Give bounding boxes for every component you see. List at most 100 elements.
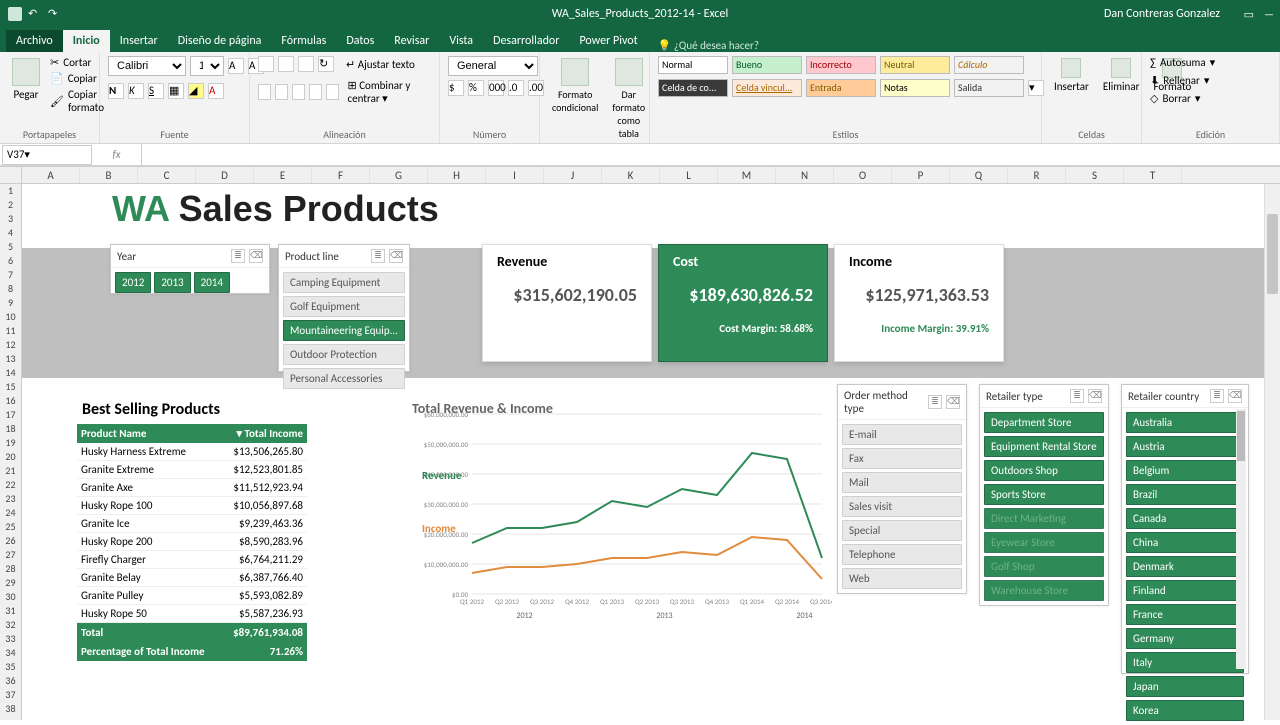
col-header[interactable]: S [1066, 167, 1124, 183]
slicer-item[interactable]: Department Store [984, 412, 1104, 433]
row-header[interactable]: 36 [0, 674, 21, 688]
row-header[interactable]: 14 [0, 366, 21, 380]
slicer-item[interactable]: 2014 [194, 272, 230, 293]
ribbon-options-icon[interactable]: ▭ [1244, 8, 1254, 21]
col-header[interactable]: R [1008, 167, 1066, 183]
row-header[interactable]: 7 [0, 268, 21, 282]
underline-button[interactable]: S [148, 83, 164, 99]
col-header[interactable]: P [892, 167, 950, 183]
row-header[interactable]: 32 [0, 618, 21, 632]
slicer-item[interactable]: Italy [1126, 652, 1244, 673]
slicer-scrollbar[interactable] [1236, 409, 1246, 669]
delete-cells-button[interactable]: Eliminar [1099, 56, 1144, 95]
increase-font-icon[interactable]: A [228, 58, 244, 74]
slicer-item[interactable]: E-mail [842, 424, 962, 445]
col-header[interactable]: K [602, 167, 660, 183]
row-header[interactable]: 25 [0, 520, 21, 534]
percent-icon[interactable]: % [468, 80, 484, 96]
slicer-item[interactable]: Sales visit [842, 496, 962, 517]
tab-insertar[interactable]: Insertar [110, 30, 168, 52]
slicer-item[interactable]: Camping Equipment [283, 272, 405, 293]
row-header[interactable]: 20 [0, 450, 21, 464]
align-center-icon[interactable] [275, 84, 288, 100]
slicer-item[interactable]: Brazil [1126, 484, 1244, 505]
wrap-text-button[interactable]: ↵ Ajustar texto [346, 58, 415, 71]
row-header[interactable]: 21 [0, 464, 21, 478]
col-header[interactable]: M [718, 167, 776, 183]
col-header[interactable]: G [370, 167, 428, 183]
slicer-item[interactable]: Fax [842, 448, 962, 469]
tab-datos[interactable]: Datos [336, 30, 384, 52]
align-right-icon[interactable] [292, 84, 305, 100]
style-entrada[interactable]: Entrada [806, 79, 876, 97]
autosum-button[interactable]: ∑ Autosuma ▾ [1150, 56, 1215, 69]
indent-dec-icon[interactable] [309, 84, 322, 100]
row-header[interactable]: 22 [0, 478, 21, 492]
grid-canvas[interactable]: WA Sales Products Year ≣⌫ 201220132014 P… [22, 184, 1280, 720]
row-header[interactable]: 33 [0, 632, 21, 646]
row-header[interactable]: 11 [0, 324, 21, 338]
insert-cells-button[interactable]: Insertar [1050, 56, 1093, 95]
copy-button[interactable]: 📄 Copiar [50, 72, 104, 85]
col-header[interactable]: Q [950, 167, 1008, 183]
redo-icon[interactable]: ↷ [48, 7, 62, 21]
slicer-item[interactable]: Outdoors Shop [984, 460, 1104, 481]
row-header[interactable]: 2 [0, 198, 21, 212]
border-button[interactable]: ▦ [168, 83, 184, 99]
bold-button[interactable]: N [108, 83, 124, 99]
orientation-icon[interactable]: ↻ [318, 56, 334, 72]
style-neutral[interactable]: Neutral [880, 56, 950, 74]
col-header[interactable]: T [1124, 167, 1182, 183]
style-bueno[interactable]: Bueno [732, 56, 802, 74]
row-header[interactable]: 3 [0, 212, 21, 226]
row-header[interactable]: 9 [0, 296, 21, 310]
slicer-item[interactable]: Golf Equipment [283, 296, 405, 317]
row-header[interactable]: 8 [0, 282, 21, 296]
col-header[interactable]: J [544, 167, 602, 183]
align-top-icon[interactable] [258, 56, 274, 72]
slicer-item[interactable]: Japan [1126, 676, 1244, 697]
row-header[interactable]: 23 [0, 492, 21, 506]
clear-button[interactable]: ◇ Borrar ▾ [1150, 92, 1200, 105]
align-mid-icon[interactable] [278, 56, 294, 72]
col-header[interactable]: O [834, 167, 892, 183]
clear-filter-icon[interactable]: ⌫ [1228, 389, 1242, 403]
col-header[interactable]: N [776, 167, 834, 183]
multiselect-icon[interactable]: ≣ [1210, 389, 1224, 403]
font-size[interactable]: 11 [190, 56, 224, 76]
slicer-item[interactable]: Web [842, 568, 962, 589]
col-header[interactable]: C [138, 167, 196, 183]
number-format[interactable]: General [448, 56, 538, 76]
col-header[interactable]: B [80, 167, 138, 183]
clear-filter-icon[interactable]: ⌫ [946, 395, 960, 409]
select-all-corner[interactable] [0, 167, 22, 183]
slicer-item[interactable]: Telephone [842, 544, 962, 565]
slicer-item[interactable]: 2013 [154, 272, 190, 293]
row-header[interactable]: 13 [0, 352, 21, 366]
slicer-item[interactable]: Outdoor Protection [283, 344, 405, 365]
style-incorrecto[interactable]: Incorrecto [806, 56, 876, 74]
tab-desarrollador[interactable]: Desarrollador [483, 30, 569, 52]
fx-icon[interactable]: fx [92, 144, 142, 165]
slicer-item[interactable]: Equipment Rental Store [984, 436, 1104, 457]
slicer-item[interactable]: Finland [1126, 580, 1244, 601]
italic-button[interactable]: K [128, 83, 144, 99]
style-calculo[interactable]: Cálculo [954, 56, 1024, 74]
conditional-format-button[interactable]: Formato condicional [548, 56, 602, 116]
multiselect-icon[interactable]: ≣ [928, 395, 942, 409]
clear-filter-icon[interactable]: ⌫ [1088, 389, 1102, 403]
align-bot-icon[interactable] [298, 56, 314, 72]
style-salida[interactable]: Salida [954, 79, 1024, 97]
slicer-item[interactable]: Germany [1126, 628, 1244, 649]
multiselect-icon[interactable]: ≣ [1070, 389, 1084, 403]
merge-button[interactable]: ⊞ Combinar y centrar ▾ [347, 79, 431, 105]
tab-diseno[interactable]: Diseño de página [168, 30, 272, 52]
slicer-item[interactable]: Special [842, 520, 962, 541]
row-header[interactable]: 26 [0, 534, 21, 548]
save-icon[interactable] [8, 7, 22, 21]
row-header[interactable]: 17 [0, 408, 21, 422]
row-header[interactable]: 35 [0, 660, 21, 674]
row-header[interactable]: 31 [0, 604, 21, 618]
style-notas[interactable]: Notas [880, 79, 950, 97]
multiselect-icon[interactable]: ≣ [371, 249, 385, 263]
